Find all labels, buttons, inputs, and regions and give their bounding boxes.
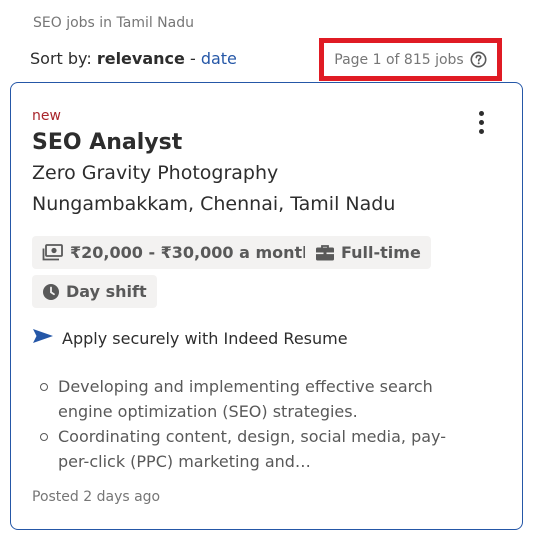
company-name: Zero Gravity Photography bbox=[32, 162, 279, 184]
job-type-tag: Full-time bbox=[305, 236, 431, 269]
job-location: Nungambakkam, Chennai, Tamil Nadu bbox=[32, 193, 396, 215]
job-snippet: Developing and implementing effective se… bbox=[36, 374, 466, 474]
snippet-item: Coordinating content, design, social med… bbox=[36, 424, 466, 474]
salary-text: ₹20,000 - ₹30,000 a month bbox=[70, 243, 314, 262]
sort-separator: - bbox=[184, 49, 201, 68]
briefcase-icon bbox=[315, 244, 335, 262]
sort-date-link[interactable]: date bbox=[201, 49, 237, 68]
more-dot bbox=[478, 128, 484, 134]
job-type-text: Full-time bbox=[341, 243, 421, 262]
page-count-highlight: Page 1 of 815 jobs bbox=[319, 38, 502, 81]
apply-line: Apply securely with Indeed Resume bbox=[32, 328, 348, 348]
more-dot bbox=[478, 119, 484, 125]
posted-date: Posted 2 days ago bbox=[32, 489, 161, 505]
new-badge: new bbox=[32, 108, 61, 124]
shift-tag: Day shift bbox=[32, 275, 157, 308]
salary-tag: ₹20,000 - ₹30,000 a month bbox=[32, 236, 324, 269]
clock-icon bbox=[42, 283, 60, 301]
snippet-item: Developing and implementing effective se… bbox=[36, 374, 466, 424]
sort-relevance: relevance bbox=[96, 49, 185, 68]
sort-bar: Sort by: relevance - date bbox=[30, 49, 237, 68]
breadcrumb: SEO jobs in Tamil Nadu bbox=[33, 15, 194, 31]
apply-text: Apply securely with Indeed Resume bbox=[62, 328, 348, 348]
more-dot bbox=[478, 110, 484, 116]
money-icon bbox=[42, 243, 64, 262]
page-count-text: Page 1 of 815 jobs bbox=[334, 51, 464, 68]
send-arrow-icon bbox=[32, 328, 54, 348]
shift-text: Day shift bbox=[66, 282, 147, 301]
job-title[interactable]: SEO Analyst bbox=[32, 130, 182, 155]
more-vertical-icon[interactable] bbox=[467, 107, 495, 137]
job-card[interactable]: new SEO Analyst Zero Gravity Photography… bbox=[10, 82, 523, 530]
sort-label: Sort by: bbox=[30, 49, 92, 68]
question-circle-icon[interactable] bbox=[470, 51, 487, 68]
